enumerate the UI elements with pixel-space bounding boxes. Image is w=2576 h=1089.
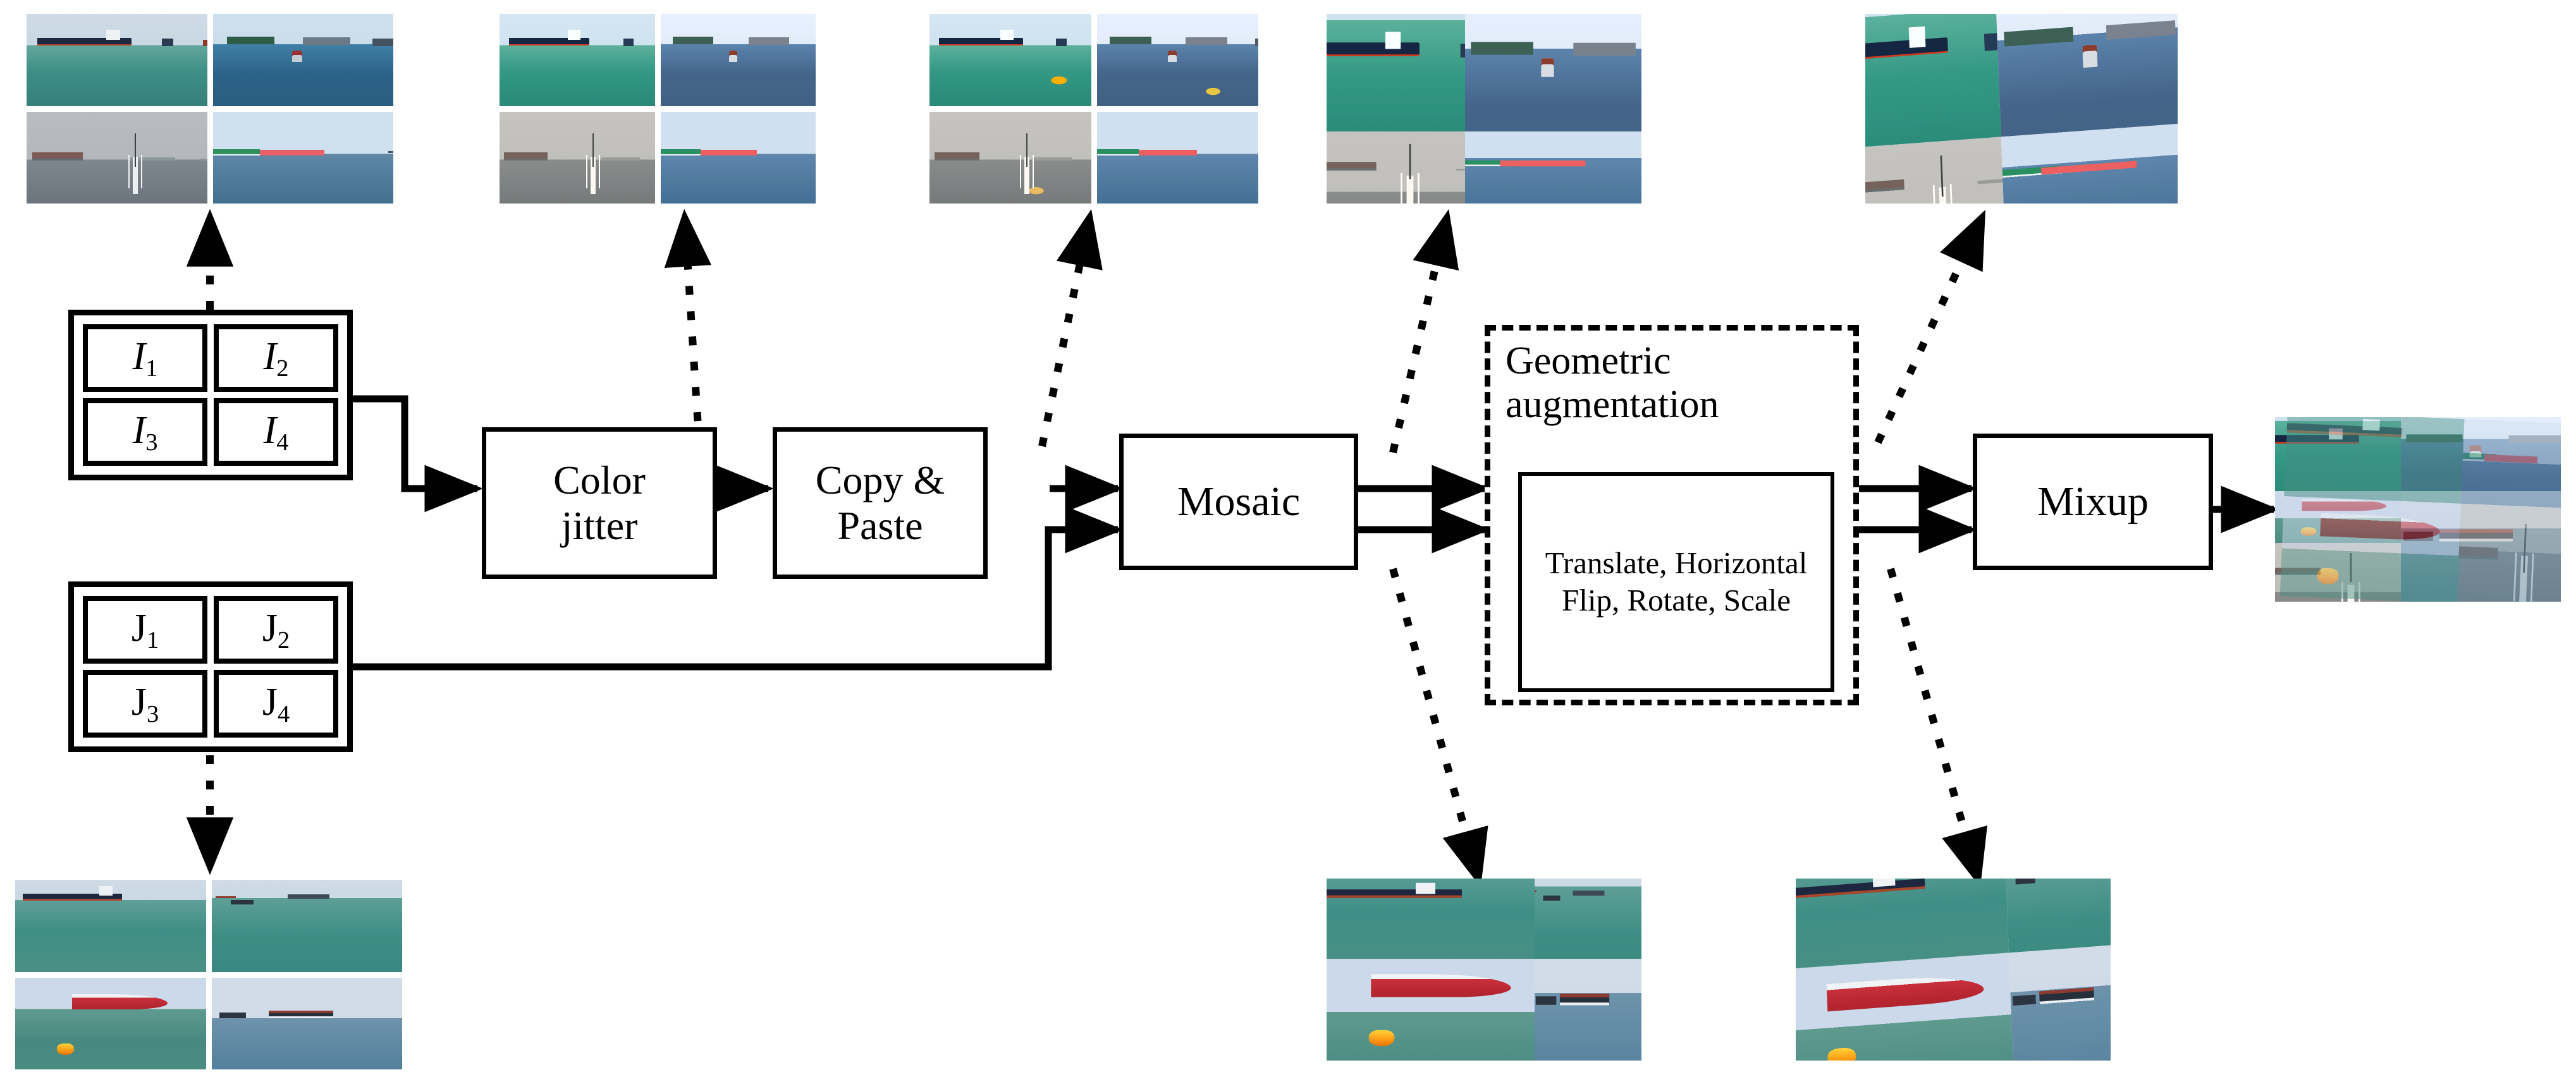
batch-cell-label: I1: [132, 334, 158, 382]
thumb-photo: [660, 14, 816, 106]
skewed-mosaic-inner: [1796, 879, 2111, 1061]
source-batch-J[interactable]: J1 J2 J3 J4: [68, 581, 353, 752]
dotted-mosaic-to-thumbJ: [1389, 568, 1488, 887]
batch-cell-label: I3: [132, 408, 158, 456]
thumb-copy-paste[interactable]: [929, 14, 1258, 204]
geometric-augmentation-group[interactable]: Geometric augmentation Translate, Horizo…: [1485, 325, 1859, 705]
batch-cell[interactable]: J3: [83, 670, 207, 738]
mosaic-quadrant: [2001, 122, 2178, 204]
mosaic-quadrant: [1327, 879, 1535, 959]
thumb-mosaic-I[interactable]: [1327, 14, 1641, 204]
stage-label-line: Color: [553, 458, 646, 503]
thumb-photo: [211, 977, 402, 1069]
batch-cell-label: J1: [131, 606, 159, 654]
geom-op-line: Scale: [1723, 583, 1791, 618]
stage-mosaic[interactable]: Mosaic: [1119, 434, 1358, 570]
edge-batchI-to-colorjitter: [353, 395, 483, 513]
mosaic-quadrant: [1865, 137, 2005, 204]
thumb-photo: [27, 111, 207, 204]
thumb-source-J[interactable]: [15, 880, 402, 1069]
geometric-augmentation-heading: Geometric augmentation: [1506, 339, 1843, 427]
mosaic-quadrant: [2279, 496, 2462, 602]
batch-cell[interactable]: I4: [214, 398, 338, 466]
batch-cell[interactable]: J2: [214, 596, 338, 664]
skewed-mosaic-inner: [1865, 14, 2178, 204]
dotted-geom-to-thumbJ: [1887, 568, 1987, 887]
source-batch-I[interactable]: I1 I2 I3 I4: [68, 310, 353, 480]
batch-cell[interactable]: I2: [214, 324, 338, 392]
thumb-color-jitter[interactable]: [500, 14, 816, 204]
thumb-photo: [660, 111, 816, 204]
geom-op-line: Rotate,: [1627, 583, 1716, 618]
thumb-geometric-J[interactable]: [1796, 879, 2111, 1061]
thumb-photo: [929, 111, 1091, 204]
mosaic-quadrant: [1465, 14, 1641, 131]
thumb-photo: [15, 977, 206, 1069]
mosaic-quadrant: [2009, 944, 2111, 1061]
geom-heading-line: Geometric: [1506, 339, 1671, 382]
batch-cell-label: I4: [263, 408, 289, 456]
stage-color-jitter[interactable]: Color jitter: [482, 427, 717, 579]
batch-cell-label: J2: [262, 606, 290, 654]
thumb-photo: [212, 14, 393, 106]
mosaic-quadrant: [2005, 879, 2111, 953]
mosaic-quadrant: [1865, 14, 2002, 149]
stage-label-line: Copy &: [815, 458, 945, 503]
batch-cell[interactable]: J4: [214, 670, 338, 738]
thumb-photo: [27, 14, 207, 106]
mixup-layer-b: [2279, 417, 2561, 602]
mosaic-quadrant: [2456, 504, 2561, 602]
stage-label-line: Mosaic: [1177, 478, 1301, 525]
stage-mixup[interactable]: Mixup: [1973, 434, 2213, 570]
thumb-source-I[interactable]: [27, 14, 393, 204]
batch-cell[interactable]: J1: [83, 596, 207, 664]
mosaic-quadrant: [1796, 952, 2014, 1061]
thumb-geometric-I[interactable]: [1865, 14, 2178, 204]
dotted-geom-to-thumbI: [1874, 209, 1986, 444]
geom-op-line: Translate,: [1545, 545, 1667, 581]
dotted-colorjitter-to-thumb: [664, 209, 712, 447]
thumb-photo: [15, 880, 206, 972]
mosaic-quadrant: [1465, 131, 1641, 204]
mosaic-quadrant: [1327, 14, 1466, 131]
dotted-mosaic-to-thumbI: [1389, 209, 1459, 454]
mosaic-quadrant: [1327, 958, 1535, 1061]
stage-copy-paste[interactable]: Copy & Paste: [773, 427, 988, 579]
stage-label-line: Paste: [837, 503, 923, 548]
mosaic-quadrant: [1534, 879, 1641, 959]
diagram-canvas: I1 I2 I3 I4 J1 J2 J3 J4 Color jitter Cop…: [0, 0, 2576, 1089]
stage-label-line: Mixup: [2037, 478, 2149, 525]
thumb-photo: [500, 14, 655, 106]
mosaic-quadrant: [1996, 14, 2178, 137]
batch-cell[interactable]: I1: [83, 324, 207, 392]
batch-cell-label: J4: [262, 680, 290, 727]
batch-cell[interactable]: I3: [83, 398, 207, 466]
edge-batchJ-to-mosaic: [353, 506, 1124, 671]
mosaic-quadrant: [1327, 131, 1466, 204]
mosaic-quadrant: [2284, 417, 2465, 504]
batch-cell-label: I2: [263, 334, 289, 382]
thumb-photo: [500, 111, 655, 204]
mosaic-quadrant: [1534, 958, 1641, 1061]
thumb-mosaic-J[interactable]: [1327, 879, 1641, 1061]
stage-label-line: jitter: [561, 503, 638, 548]
mosaic-quadrant: [2461, 418, 2561, 509]
dotted-copypaste-to-thumb: [1038, 209, 1103, 447]
thumb-mixup-output[interactable]: [2275, 417, 2561, 602]
geometric-operations-box[interactable]: Translate, Horizontal Flip, Rotate, Scal…: [1518, 472, 1834, 692]
thumb-photo: [212, 111, 393, 204]
geom-heading-line: augmentation: [1506, 383, 1719, 427]
thumb-photo: [1096, 111, 1258, 204]
thumb-photo: [1096, 14, 1258, 106]
thumb-photo: [929, 14, 1091, 106]
thumb-photo: [211, 880, 402, 972]
batch-cell-label: J3: [131, 680, 159, 727]
